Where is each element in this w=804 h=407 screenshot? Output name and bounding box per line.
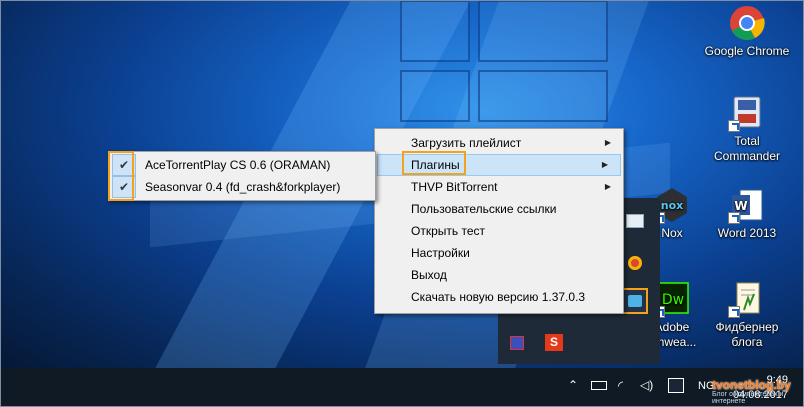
menu-item-label: Пользовательские ссылки (411, 202, 557, 216)
wallpaper-logo-pane (478, 70, 608, 122)
menu-item-label: THVP BitTorrent (411, 180, 498, 194)
battery-icon[interactable] (591, 381, 607, 390)
desktop-icon-label: Фидбернер блога (715, 320, 779, 349)
shortcut-arrow-icon (728, 306, 740, 318)
desktop-icon-label: Word 2013 (717, 226, 777, 240)
mail-icon[interactable] (626, 214, 644, 228)
shortcut-arrow-icon (728, 120, 740, 132)
app-tray-icon[interactable] (622, 288, 648, 314)
desktop-icon-feedburner[interactable]: Фидбернер блога (703, 280, 791, 350)
menu-item-label: Плагины (411, 158, 460, 172)
show-hidden-icons-chevron-icon[interactable]: ⌃ (568, 378, 578, 392)
menu-item-label: Настройки (411, 246, 470, 260)
desktop-icon-label: Total Commander (713, 134, 781, 163)
menu-item-load-playlist[interactable]: Загрузить плейлист ▶ (375, 132, 623, 154)
feedburner-icon (728, 280, 766, 318)
submenu-arrow-icon: ▶ (604, 182, 611, 191)
plugins-submenu: ✔ AceTorrentPlay CS 0.6 (ORAMAN) ✔ Seaso… (108, 151, 376, 201)
site-watermark: tvonetblog.by Блог о компьютерах и интер… (712, 378, 804, 405)
chrome-icon (728, 4, 766, 42)
chrome-icon[interactable] (628, 256, 642, 270)
total-commander-icon (728, 94, 766, 132)
sumatra-icon[interactable]: S (545, 334, 563, 351)
menu-item-label: Выход (411, 268, 447, 282)
submenu-item-acetorrentplay[interactable]: ✔ AceTorrentPlay CS 0.6 (ORAMAN) (109, 154, 375, 176)
menu-item-label: Загрузить плейлист (411, 136, 522, 150)
context-menu: Загрузить плейлист ▶ Плагины ▶ THVP BitT… (374, 128, 624, 314)
checkmark-icon: ✔ (112, 176, 136, 198)
wifi-icon[interactable]: ◜ (618, 378, 623, 394)
wallpaper-logo-pane (400, 0, 470, 62)
taskbar: ⌃ ◜ ◁) NG 9:49 04.08.2017 (0, 368, 804, 407)
svg-text:nox: nox (661, 199, 683, 212)
submenu-arrow-icon: ▶ (604, 138, 611, 147)
menu-item-open-test[interactable]: Открыть тест (375, 220, 623, 242)
watermark-text: tvonetblog.by (712, 378, 791, 392)
menu-item-thvp-bittorrent[interactable]: THVP BitTorrent ▶ (375, 176, 623, 198)
menu-item-settings[interactable]: Настройки (375, 242, 623, 264)
submenu-item-seasonvar[interactable]: ✔ Seasonvar 0.4 (fd_crash&forkplayer) (109, 176, 375, 198)
action-center-icon[interactable] (668, 378, 684, 393)
svg-text:W: W (734, 199, 747, 213)
submenu-arrow-icon: ▶ (601, 160, 608, 169)
menu-item-plugins[interactable]: Плагины ▶ (377, 154, 621, 176)
wallpaper-logo-pane (478, 0, 608, 62)
desktop-icon-chrome[interactable]: Google Chrome (703, 4, 791, 59)
wallpaper-logo-pane (400, 70, 470, 122)
disk-icon[interactable] (510, 336, 524, 350)
menu-item-custom-links[interactable]: Пользовательские ссылки (375, 198, 623, 220)
menu-item-label: Скачать новую версию 1.37.0.3 (411, 290, 586, 304)
menu-item-exit[interactable]: Выход (375, 264, 623, 286)
menu-item-download-update[interactable]: Скачать новую версию 1.37.0.3 (375, 286, 623, 308)
menu-item-label: Открыть тест (411, 224, 485, 238)
word-icon: W (728, 186, 766, 224)
submenu-item-label: AceTorrentPlay CS 0.6 (ORAMAN) (145, 158, 331, 172)
submenu-item-label: Seasonvar 0.4 (fd_crash&forkplayer) (145, 180, 341, 194)
desktop-icon-total-commander[interactable]: Total Commander (703, 94, 791, 164)
svg-text:Dw: Dw (662, 292, 684, 308)
checkmark-icon: ✔ (112, 154, 136, 176)
desktop-icon-label: Google Chrome (704, 44, 790, 58)
volume-icon[interactable]: ◁) (640, 378, 653, 392)
shortcut-arrow-icon (728, 212, 740, 224)
watermark-subtext: Блог о компьютерах и интернете (712, 391, 784, 405)
desktop-icon-word[interactable]: W Word 2013 (703, 186, 791, 241)
